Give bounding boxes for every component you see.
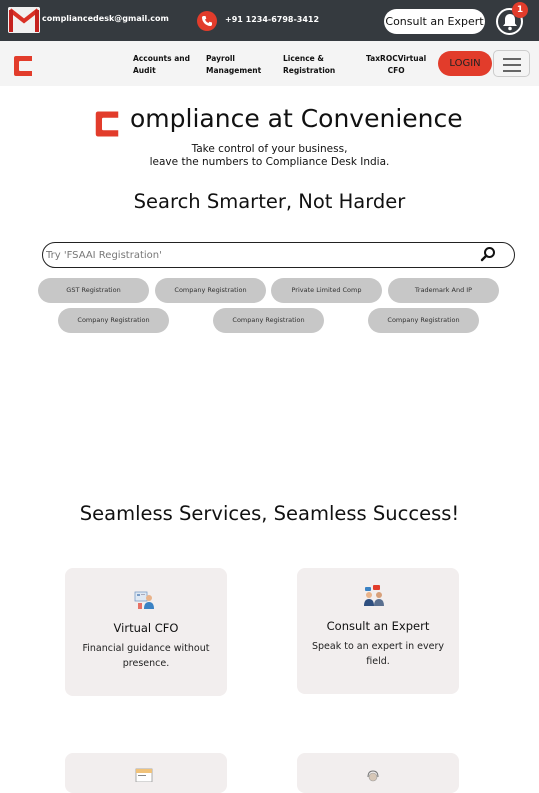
search-chip[interactable]: Trademark And IP: [388, 278, 499, 303]
service-card-consult-expert[interactable]: Consult an Expert Speak to an expert in …: [297, 568, 459, 694]
main-navbar: Accounts and Audit Payroll Management Li…: [0, 41, 539, 86]
nav-licence-registration[interactable]: Licence & Registration: [283, 53, 335, 77]
gmail-icon[interactable]: [8, 7, 40, 33]
contact-email[interactable]: compliancedesk@gmail.com: [42, 14, 169, 23]
consult-expert-icon: [364, 585, 384, 606]
virtual-cfo-icon: [134, 591, 154, 609]
search-icon[interactable]: [480, 246, 496, 262]
hero-title: ompliance at Convenience: [130, 104, 463, 133]
search-chip[interactable]: Private Limited Comp: [271, 278, 382, 303]
card-title: Virtual CFO: [113, 621, 179, 635]
consult-expert-button[interactable]: Consult an Expert: [384, 9, 485, 34]
card-title: Consult an Expert: [326, 619, 430, 633]
search-heading: Search Smarter, Not Harder: [133, 190, 406, 213]
hamburger-menu-button[interactable]: [493, 50, 530, 77]
hero-subtitle: Take control of your business, leave the…: [149, 143, 390, 168]
search-chip[interactable]: Company Registration: [58, 308, 169, 333]
support-person-icon: [367, 770, 379, 782]
nav-tax-roc-virtual-cfo[interactable]: TaxROCVirtual CFO: [366, 53, 426, 77]
service-card[interactable]: [65, 753, 227, 793]
tax-document-icon: [135, 768, 153, 782]
search-chip[interactable]: Company Registration: [155, 278, 266, 303]
service-card[interactable]: [297, 753, 459, 793]
hero-logo-icon: [92, 109, 122, 143]
card-description: Speak to an expert in every field.: [311, 641, 444, 667]
search-chip[interactable]: Company Registration: [368, 308, 479, 333]
services-heading: Seamless Services, Seamless Success!: [79, 502, 460, 525]
search-input[interactable]: [46, 247, 466, 263]
brand-logo[interactable]: [11, 54, 35, 82]
login-button[interactable]: LOGIN: [438, 51, 492, 76]
phone-icon[interactable]: [197, 11, 217, 31]
nav-accounts-audit[interactable]: Accounts and Audit: [133, 53, 190, 77]
search-chip[interactable]: Company Registration: [213, 308, 324, 333]
service-card-virtual-cfo[interactable]: Virtual CFO Financial guidance without p…: [65, 568, 227, 696]
contact-phone[interactable]: +91 1234-6798-3412: [225, 15, 319, 24]
notification-badge: 1: [512, 2, 528, 18]
search-bar: [42, 242, 515, 268]
top-bar: compliancedesk@gmail.com +91 1234-6798-3…: [0, 0, 539, 41]
nav-payroll-management[interactable]: Payroll Management: [206, 53, 261, 77]
search-chip[interactable]: GST Registration: [38, 278, 149, 303]
card-description: Financial guidance without presence.: [82, 643, 210, 669]
